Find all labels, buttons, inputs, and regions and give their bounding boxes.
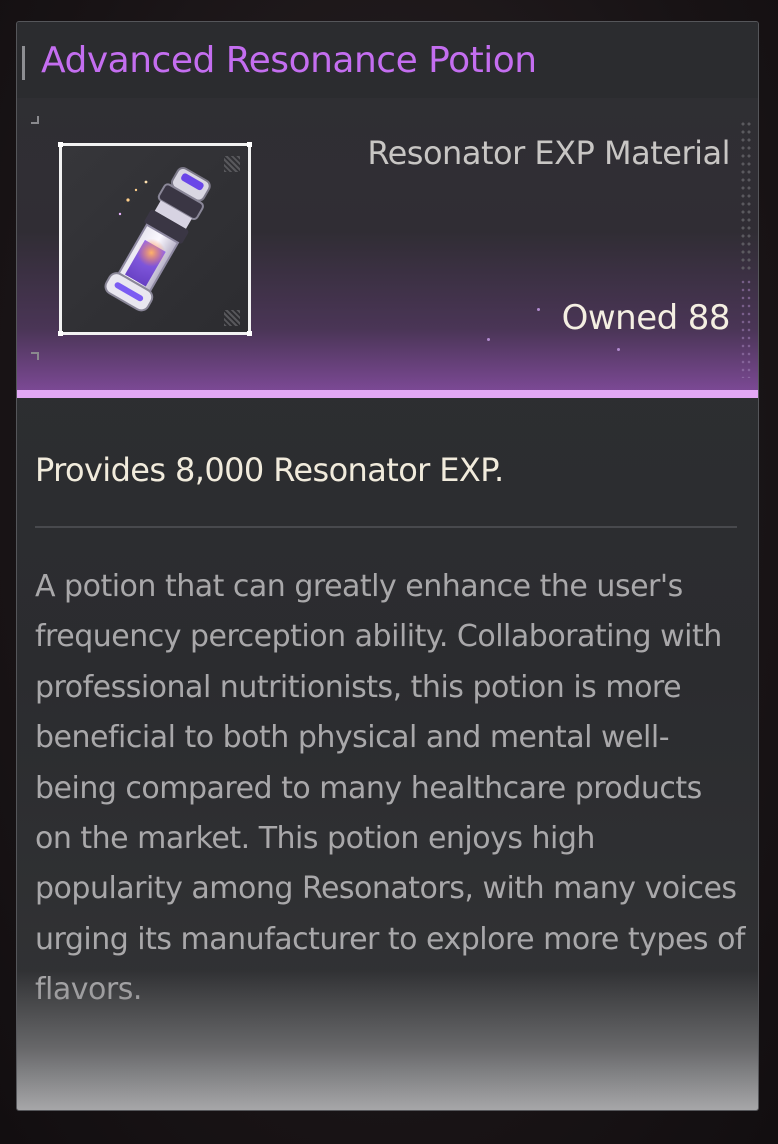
corner-mark — [31, 352, 39, 360]
sparkle — [487, 338, 490, 341]
item-effect: Provides 8,000 Resonator EXP. — [35, 451, 504, 489]
rarity-strip — [17, 390, 758, 398]
sparkle — [617, 348, 620, 351]
title-bar: Advanced Resonance Potion — [17, 22, 758, 98]
corner-mark — [31, 116, 39, 124]
item-name: Advanced Resonance Potion — [41, 40, 537, 81]
owned-label: Owned — [561, 298, 679, 338]
decorative-dots — [740, 120, 752, 270]
item-category: Resonator EXP Material — [367, 134, 730, 172]
item-detail-panel: Advanced Resonance Potion Resonator EXP … — [16, 21, 759, 1111]
owned-quantity: Owned 88 — [561, 298, 731, 338]
owned-count: 88 — [687, 298, 731, 338]
item-description[interactable]: A potion that can greatly enhance the us… — [35, 562, 746, 1016]
decorative-dots — [740, 278, 752, 378]
divider — [35, 526, 737, 528]
item-header-card: Resonator EXP Material Owned 88 — [17, 98, 758, 394]
purple-potion-vial-icon — [104, 167, 211, 312]
sparkle — [537, 308, 540, 311]
item-icon-frame — [58, 142, 252, 336]
title-marker — [22, 46, 25, 80]
scroll-fade-overlay — [17, 970, 758, 1110]
